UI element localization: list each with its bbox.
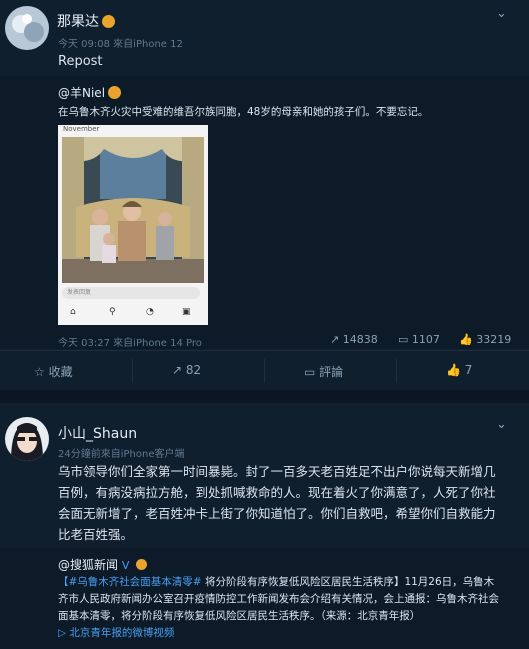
like-label: 7 — [464, 363, 473, 377]
repost-author[interactable]: @羊Niel — [58, 84, 122, 101]
repost-text: 【#乌鲁木齐社会面基本清零# 将分阶段有序恢复低风险区居民生活秩序】11月26日… — [58, 574, 504, 642]
play-icon: ▷ — [58, 627, 67, 639]
repost-count[interactable]: ↗ 14838 — [330, 333, 378, 346]
repost-meta[interactable]: 今天 03:27 來自iPhone 14 Pro — [58, 334, 202, 349]
post-meta[interactable]: 今天 09:08 來自iPhone 12 — [58, 35, 183, 50]
post-text: Repost — [58, 54, 103, 69]
comment-count-value: 1107 — [411, 333, 440, 346]
divider — [132, 359, 133, 383]
inbox-icon: ▣ — [182, 307, 191, 317]
video-link[interactable]: ▷ 北京青年报的微博视频 — [58, 627, 174, 639]
divider — [264, 359, 265, 383]
comment-label: 評論 — [319, 365, 344, 379]
post-author[interactable]: 那果达 — [57, 11, 115, 31]
like-count-value: 33219 — [476, 333, 512, 346]
member-badge-icon — [136, 559, 148, 570]
repost-text: 在乌鲁木齐火灾中受难的维吾尔族同胞，48岁的母亲和她的孩子们。不要忘记。 — [58, 106, 429, 118]
family-photo — [62, 137, 204, 283]
like-button[interactable]: 👍 7 — [446, 363, 472, 377]
member-badge-icon — [102, 15, 115, 28]
comment-button[interactable]: ▭ 評論 — [304, 363, 343, 380]
chevron-down-icon[interactable]: ⌄ — [496, 6, 507, 21]
user-avatar[interactable] — [5, 417, 49, 461]
repost-author[interactable]: @搜狐新闻 V — [58, 556, 148, 573]
like-count[interactable]: 👍 33219 — [459, 333, 511, 346]
repost-icon: ↗ — [330, 333, 340, 346]
repost-author-name[interactable]: @羊Niel — [58, 86, 105, 100]
repost-block[interactable]: @搜狐新闻 V 【#乌鲁木齐社会面基本清零# 将分阶段有序恢复低风险区居民生活秩… — [0, 548, 529, 649]
repost-button[interactable]: ↗ 82 — [172, 363, 201, 377]
favorite-label: 收藏 — [48, 365, 73, 379]
app-tab-bar: ⌂ ⚲ ◔ ▣ — [58, 305, 208, 325]
comment-icon: ▭ — [304, 365, 316, 379]
comment-count[interactable]: ▭ 1107 — [398, 333, 440, 346]
repost-icon: ↗ — [172, 363, 183, 377]
thumbs-up-icon: 👍 — [459, 333, 473, 346]
repost-image[interactable]: November 发表回复 ⌂ ⚲ ◔ ▣ — [58, 125, 208, 325]
thumbs-up-icon: 👍 — [446, 363, 461, 377]
search-icon: ⚲ — [109, 307, 116, 317]
topic-link[interactable]: 【#乌鲁木齐社会面基本清零# — [58, 576, 202, 588]
weibo-feed: 那果达 今天 09:08 來自iPhone 12 ⌄ Repost @羊Niel… — [0, 0, 529, 649]
video-link-label: 北京青年报的微博视频 — [69, 627, 175, 639]
comment-input: 发表回复 — [62, 287, 200, 299]
post-card: 那果达 今天 09:08 來自iPhone 12 ⌄ Repost @羊Niel… — [0, 0, 529, 390]
divider — [396, 359, 397, 383]
user-avatar[interactable] — [5, 6, 49, 50]
star-icon: ☆ — [34, 365, 45, 379]
repost-label: 82 — [185, 363, 202, 377]
chevron-down-icon[interactable]: ⌄ — [496, 417, 507, 432]
post-author[interactable]: 小山_Shaun — [58, 423, 137, 443]
post-author-name[interactable]: 那果达 — [57, 14, 99, 30]
action-bar: ☆ 收藏 ↗ 82 ▭ 評論 👍 7 — [0, 350, 529, 391]
repost-count-value: 14838 — [342, 333, 378, 346]
member-badge-icon — [108, 86, 122, 99]
verified-icon: V — [121, 559, 130, 572]
repost-author-name[interactable]: @搜狐新闻 — [58, 558, 118, 572]
home-icon: ⌂ — [70, 307, 76, 317]
bell-icon: ◔ — [146, 307, 154, 317]
post-text: 乌市领导你们全家第一时间暴毙。封了一百多天老百姓足不出户你说每天新增几百例，有病… — [58, 464, 496, 542]
post-author-name[interactable]: 小山_Shaun — [58, 426, 137, 442]
favorite-button[interactable]: ☆ 收藏 — [34, 363, 73, 380]
comment-icon: ▭ — [398, 333, 409, 346]
post-meta[interactable]: 24分鐘前來自iPhone客户端 — [58, 445, 184, 460]
photo-month-label: November — [63, 125, 100, 133]
